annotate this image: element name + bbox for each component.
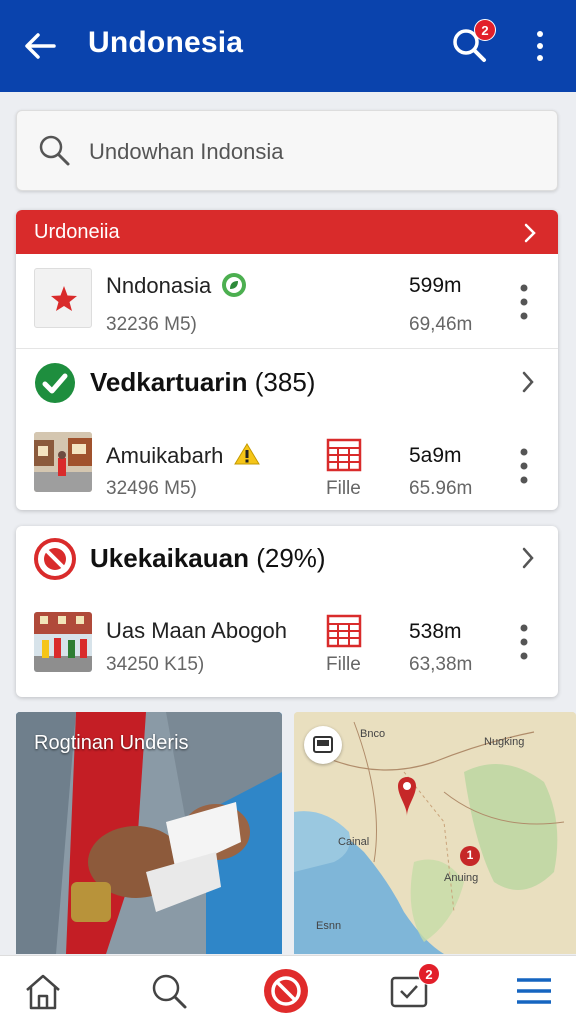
file-label: Fille xyxy=(326,478,361,499)
check-circle-icon xyxy=(35,363,75,403)
photo-thumbnail xyxy=(34,612,92,672)
home-icon[interactable] xyxy=(18,966,68,1016)
photo-thumbnail xyxy=(34,432,92,492)
more-options-icon[interactable] xyxy=(514,622,534,662)
layers-icon xyxy=(313,736,333,753)
chevron-right-icon xyxy=(522,371,534,393)
map-label: Nugking xyxy=(484,736,525,748)
more-options-icon[interactable] xyxy=(514,446,534,486)
street-photo-icon xyxy=(34,432,92,492)
item-title: Uas Maan Abogoh xyxy=(106,618,288,643)
item-value-secondary: 65.96m xyxy=(409,478,473,499)
file-grid-icon xyxy=(326,438,362,472)
item-subtitle: 32496 M5) xyxy=(106,478,197,499)
chevron-right-icon xyxy=(524,223,536,243)
results-card: Urdoneiia Nndonasia 32236 M5) 599m 69,46… xyxy=(16,210,558,510)
photo-tile[interactable]: Rogtinan Underis xyxy=(16,712,282,954)
section-title: Ukekaikauan (29%) xyxy=(90,543,326,573)
item-value: 5a9m xyxy=(409,444,462,467)
card-header-label: Urdoneiia xyxy=(34,221,120,243)
leaf-icon xyxy=(222,273,247,297)
back-arrow-icon[interactable] xyxy=(22,28,58,64)
item-value-secondary: 69,46m xyxy=(409,314,473,335)
star-icon xyxy=(51,286,77,311)
menu-icon[interactable] xyxy=(509,966,559,1016)
page-title: Undonesia xyxy=(88,26,244,59)
section-header[interactable]: Vedkartuarin (385) xyxy=(16,352,558,414)
file-grid-icon xyxy=(326,614,362,648)
list-item[interactable]: Nndonasia 32236 M5) 599m 69,46m xyxy=(16,254,558,348)
search-bar xyxy=(16,110,558,191)
more-options-icon[interactable] xyxy=(514,282,534,322)
no-entry-icon xyxy=(34,538,76,580)
notification-badge: 2 xyxy=(418,963,440,985)
flag-thumbnail xyxy=(34,268,92,328)
file-label: Fille xyxy=(326,654,361,675)
map-pin-number: 1 xyxy=(466,848,474,862)
item-title: Nndonasia xyxy=(106,272,247,299)
list-item[interactable]: Amuikabarh 32496 M5) Fille 5a9m 65.96m xyxy=(16,414,558,506)
search-icon xyxy=(39,135,70,166)
section-title: Vedkartuarin (385) xyxy=(90,367,316,397)
item-subtitle: 32236 M5) xyxy=(106,314,197,335)
notification-badge: 2 xyxy=(474,19,496,41)
search-icon[interactable] xyxy=(144,966,194,1016)
item-title: Amuikabarh xyxy=(106,442,260,469)
search-input[interactable] xyxy=(89,135,529,169)
item-value: 599m xyxy=(409,274,462,297)
more-options-icon[interactable] xyxy=(528,28,552,64)
item-value: 538m xyxy=(409,620,462,643)
chevron-right-icon xyxy=(522,547,534,569)
divider xyxy=(16,348,558,349)
card-header[interactable]: Urdoneiia xyxy=(16,210,558,254)
list-item[interactable]: Uas Maan Abogoh 34250 K15) Fille 538m 63… xyxy=(16,596,558,694)
bottom-navigation xyxy=(0,955,576,1024)
map-tile[interactable]: Bnco Nugking Cainal Anuing Esnn 1 xyxy=(294,712,576,954)
map-label: Esnn xyxy=(316,920,342,932)
results-card: Ukekaikauan (29%) Uas Maan Abogoh 34250 … xyxy=(16,526,558,697)
crowd-photo-icon xyxy=(34,612,92,672)
map-label: Cainal xyxy=(338,836,370,848)
no-entry-icon[interactable] xyxy=(261,966,311,1016)
map-label: Bnco xyxy=(360,728,386,740)
map-label: Anuing xyxy=(444,872,479,884)
section-header[interactable]: Ukekaikauan (29%) xyxy=(16,528,558,590)
warning-icon xyxy=(233,443,260,465)
app-bar: Undonesia 2 xyxy=(0,0,576,92)
map-layers-button[interactable] xyxy=(304,726,342,764)
item-subtitle: 34250 K15) xyxy=(106,654,205,675)
tile-caption: Rogtinan Underis xyxy=(34,732,189,754)
item-value-secondary: 63,38m xyxy=(409,654,473,675)
